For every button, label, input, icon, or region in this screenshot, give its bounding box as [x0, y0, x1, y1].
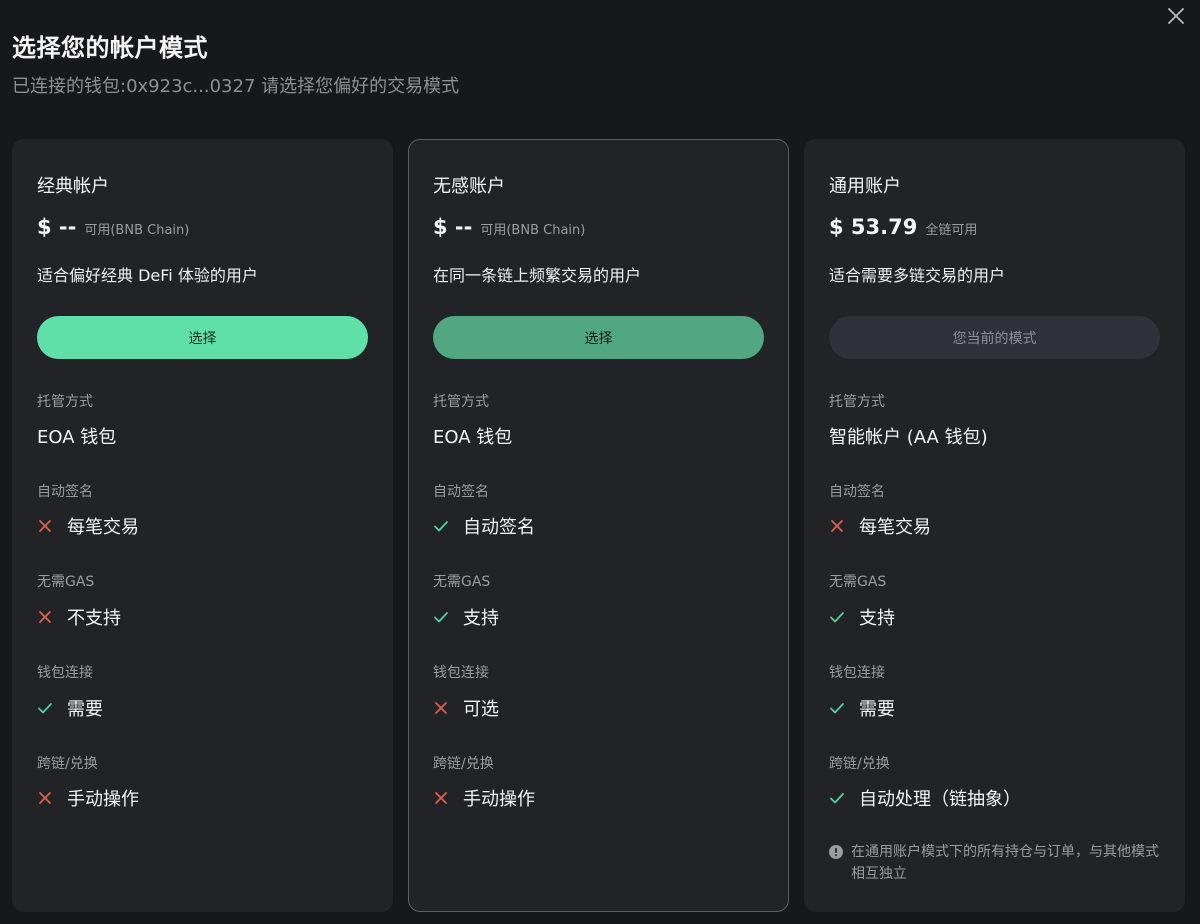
cross-icon [831, 520, 843, 532]
feature-value-text: 需要 [67, 699, 103, 720]
feature-value-text: 手动操作 [463, 789, 535, 810]
balance: $ 53.79 全链可用 [829, 215, 977, 239]
balance-availability: 全链可用 [925, 223, 978, 238]
feature-label-no-gas: 无需GAS [37, 574, 95, 590]
feature-label-no-gas: 无需GAS [829, 574, 887, 590]
modal-subtitle: 已连接的钱包:0x923c...0327 请选择您偏好的交易模式 [12, 76, 460, 97]
check-icon [434, 612, 448, 623]
feature-value-no-gas: 支持 [433, 604, 499, 630]
card-title: 经典帐户 [37, 176, 109, 197]
feature-value-text: 自动签名 [463, 517, 535, 538]
feature-label-auto-sign: 自动签名 [829, 484, 885, 500]
card-classic-account: 经典帐户 $ -- 可用(BNB Chain) 适合偏好经典 DeFi 体验的用… [12, 139, 393, 912]
cross-icon [435, 702, 447, 714]
feature-value-text: 需要 [859, 699, 895, 720]
feature-value-text: 每笔交易 [859, 517, 931, 538]
feature-label-no-gas: 无需GAS [433, 574, 491, 590]
card-universal-account: 通用账户 $ 53.79 全链可用 适合需要多链交易的用户 您当前的模式 托管方… [804, 139, 1185, 912]
select-button[interactable]: 选择 [433, 316, 764, 359]
feature-value-custody: 智能帐户 (AA 钱包) [829, 423, 988, 449]
feature-label-auto-sign: 自动签名 [37, 484, 93, 500]
check-icon [434, 521, 448, 532]
feature-value-no-gas: 支持 [829, 604, 895, 630]
check-icon [830, 793, 844, 804]
feature-value-auto-sign: 每笔交易 [829, 513, 931, 539]
balance-amount: $ 53.79 [829, 215, 918, 239]
feature-value-text: 支持 [463, 608, 499, 629]
cross-icon [435, 792, 447, 804]
feature-value-wallet-connect: 可选 [433, 695, 499, 721]
feature-value-wallet-connect: 需要 [829, 695, 895, 721]
balance: $ -- 可用(BNB Chain) [433, 215, 585, 239]
balance-availability: 可用(BNB Chain) [480, 223, 586, 238]
feature-label-wallet-connect: 钱包连接 [433, 665, 489, 681]
feature-label-wallet-connect: 钱包连接 [37, 665, 93, 681]
current-mode-button: 您当前的模式 [829, 316, 1160, 359]
balance-availability: 可用(BNB Chain) [84, 223, 190, 238]
feature-value-text: EOA 钱包 [433, 427, 513, 448]
feature-value-cross-chain: 手动操作 [37, 785, 139, 811]
feature-label-custody: 托管方式 [37, 394, 93, 410]
feature-value-cross-chain: 手动操作 [433, 785, 535, 811]
check-icon [830, 612, 844, 623]
feature-value-text: 手动操作 [67, 789, 139, 810]
info-icon [829, 845, 843, 859]
feature-value-no-gas: 不支持 [37, 604, 121, 630]
feature-label-wallet-connect: 钱包连接 [829, 665, 885, 681]
feature-value-text: 可选 [463, 699, 499, 720]
card-description: 适合需要多链交易的用户 [829, 266, 1006, 285]
balance-amount: $ -- [37, 215, 77, 239]
feature-label-auto-sign: 自动签名 [433, 484, 489, 500]
card-seamless-account: 无感账户 $ -- 可用(BNB Chain) 在同一条链上频繁交易的用户 选择… [408, 139, 789, 912]
cross-icon [39, 611, 51, 623]
feature-value-wallet-connect: 需要 [37, 695, 103, 721]
balance: $ -- 可用(BNB Chain) [37, 215, 189, 239]
feature-value-text: 智能帐户 (AA 钱包) [829, 427, 988, 448]
feature-value-text: 每笔交易 [67, 517, 139, 538]
note-text: 在通用账户模式下的所有持仓与订单，与其他模式相互独立 [851, 844, 1159, 882]
card-description: 在同一条链上频繁交易的用户 [433, 266, 642, 285]
feature-value-text: 不支持 [67, 608, 121, 629]
feature-value-custody: EOA 钱包 [433, 423, 512, 449]
check-icon [830, 703, 844, 714]
select-button[interactable]: 选择 [37, 316, 368, 359]
feature-value-auto-sign: 自动签名 [433, 513, 535, 539]
feature-label-cross-chain: 跨链/兑换 [433, 756, 494, 772]
feature-value-text: 自动处理（链抽象） [859, 789, 1021, 810]
feature-value-custody: EOA 钱包 [37, 423, 116, 449]
feature-label-custody: 托管方式 [829, 394, 885, 410]
cross-icon [39, 792, 51, 804]
card-description: 适合偏好经典 DeFi 体验的用户 [37, 266, 258, 285]
feature-value-text: EOA 钱包 [37, 427, 117, 448]
feature-value-text: 支持 [859, 608, 895, 629]
close-button[interactable] [1164, 4, 1188, 28]
cross-icon [39, 520, 51, 532]
feature-label-cross-chain: 跨链/兑换 [37, 756, 98, 772]
card-title: 无感账户 [433, 176, 505, 197]
account-mode-modal: 选择您的帐户模式 已连接的钱包:0x923c...0327 请选择您偏好的交易模… [0, 0, 1200, 924]
account-mode-cards: 经典帐户 $ -- 可用(BNB Chain) 适合偏好经典 DeFi 体验的用… [12, 139, 1188, 912]
feature-value-auto-sign: 每笔交易 [37, 513, 139, 539]
modal-title: 选择您的帐户模式 [12, 34, 208, 62]
card-title: 通用账户 [829, 176, 901, 197]
balance-amount: $ -- [433, 215, 473, 239]
feature-value-cross-chain: 自动处理（链抽象） [829, 785, 1021, 811]
check-icon [38, 703, 52, 714]
feature-label-cross-chain: 跨链/兑换 [829, 756, 890, 772]
close-icon[interactable] [1164, 4, 1188, 28]
independence-note: 在通用账户模式下的所有持仓与订单，与其他模式相互独立 [829, 841, 1160, 885]
feature-label-custody: 托管方式 [433, 394, 489, 410]
